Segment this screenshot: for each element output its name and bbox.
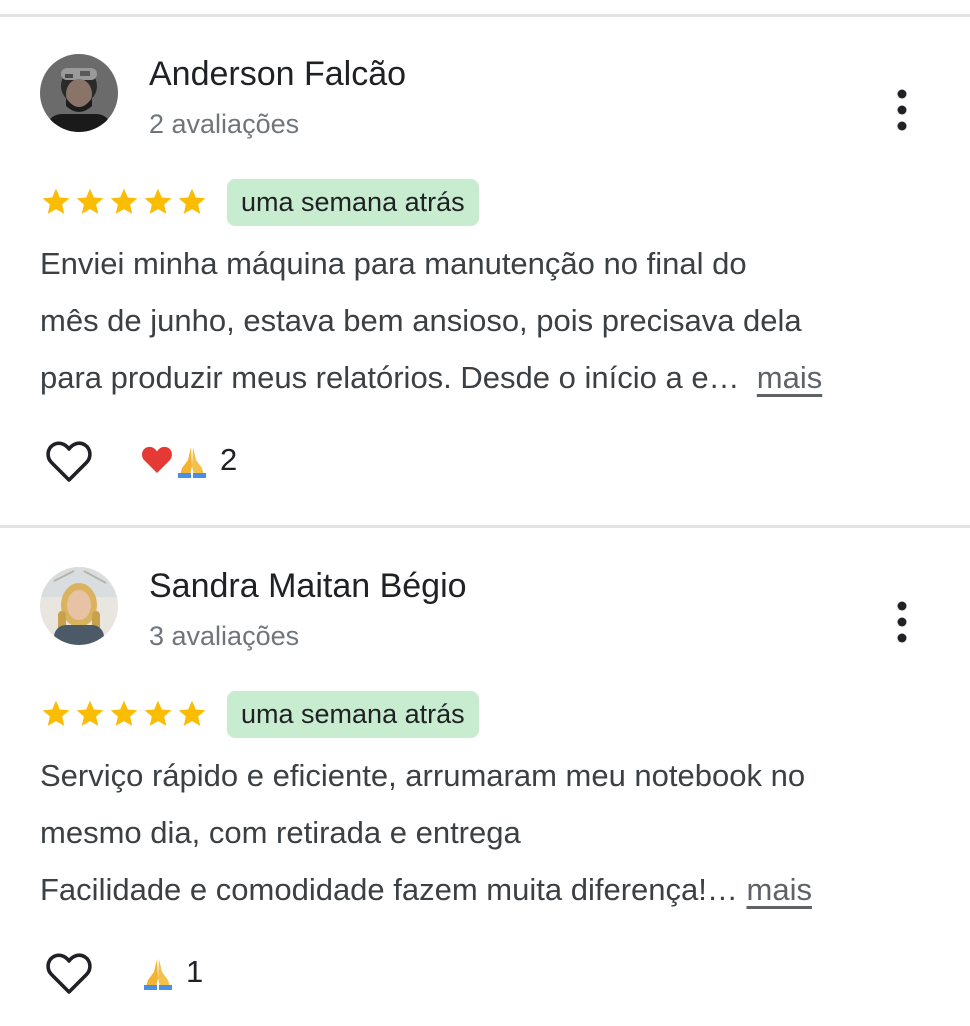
review-text-line: Facilidade e comodidade fazem muita dife… — [40, 861, 940, 918]
review-text-line-content: Facilidade e comodidade fazem muita dife… — [40, 872, 738, 907]
star-rating — [40, 698, 208, 734]
reaction-count: 2 — [220, 442, 238, 477]
folded-hands-emoji-icon — [174, 442, 210, 478]
heart-emoji-icon — [140, 444, 174, 476]
review-card: Sandra Maitan Bégio 3 avaliações uma sem… — [0, 526, 970, 1026]
review-text-line: mês de junho, estava bem ansioso, pois p… — [40, 303, 802, 338]
star-icon — [40, 698, 72, 734]
reviewer-review-count: 3 avaliações — [149, 621, 300, 651]
star-icon — [74, 186, 106, 222]
reviewer-review-count: 2 avaliações — [149, 109, 300, 139]
like-heart-icon[interactable] — [44, 438, 94, 484]
star-icon — [176, 698, 208, 734]
avatar[interactable] — [40, 567, 118, 645]
star-icon — [142, 186, 174, 222]
reaction-count: 1 — [186, 954, 204, 989]
more-options-icon[interactable] — [886, 598, 918, 650]
review-time-badge: uma semana atrás — [227, 179, 479, 226]
review-text-line: para produzir meus relatórios. Desde o i… — [40, 349, 940, 406]
review-text[interactable]: Enviei minha máquina para manutenção no … — [40, 235, 940, 406]
more-options-icon[interactable] — [886, 86, 918, 138]
reactions[interactable]: 1 — [140, 952, 203, 992]
review-card: Anderson Falcão 2 avaliações uma semana … — [0, 14, 970, 514]
reactions[interactable]: 2 — [140, 440, 237, 480]
review-text[interactable]: Serviço rápido e eficiente, arrumaram me… — [40, 747, 940, 918]
review-text-line: mesmo dia, com retirada e entrega — [40, 815, 521, 850]
avatar[interactable] — [40, 54, 118, 132]
star-icon — [108, 698, 140, 734]
star-icon — [176, 186, 208, 222]
folded-hands-emoji-icon — [140, 954, 176, 990]
review-text-line: Enviei minha máquina para manutenção no … — [40, 246, 747, 281]
reviewer-name[interactable]: Anderson Falcão — [149, 52, 406, 96]
more-link[interactable]: mais — [757, 360, 822, 395]
reviewer-name[interactable]: Sandra Maitan Bégio — [149, 564, 467, 608]
more-link[interactable]: mais — [747, 872, 812, 907]
like-heart-icon[interactable] — [44, 950, 94, 996]
star-icon — [108, 186, 140, 222]
star-rating — [40, 186, 208, 222]
review-text-line: Serviço rápido e eficiente, arrumaram me… — [40, 758, 806, 793]
star-icon — [142, 698, 174, 734]
review-text-line-content: para produzir meus relatórios. Desde o i… — [40, 360, 740, 395]
star-icon — [40, 186, 72, 222]
review-time-badge: uma semana atrás — [227, 691, 479, 738]
star-icon — [74, 698, 106, 734]
